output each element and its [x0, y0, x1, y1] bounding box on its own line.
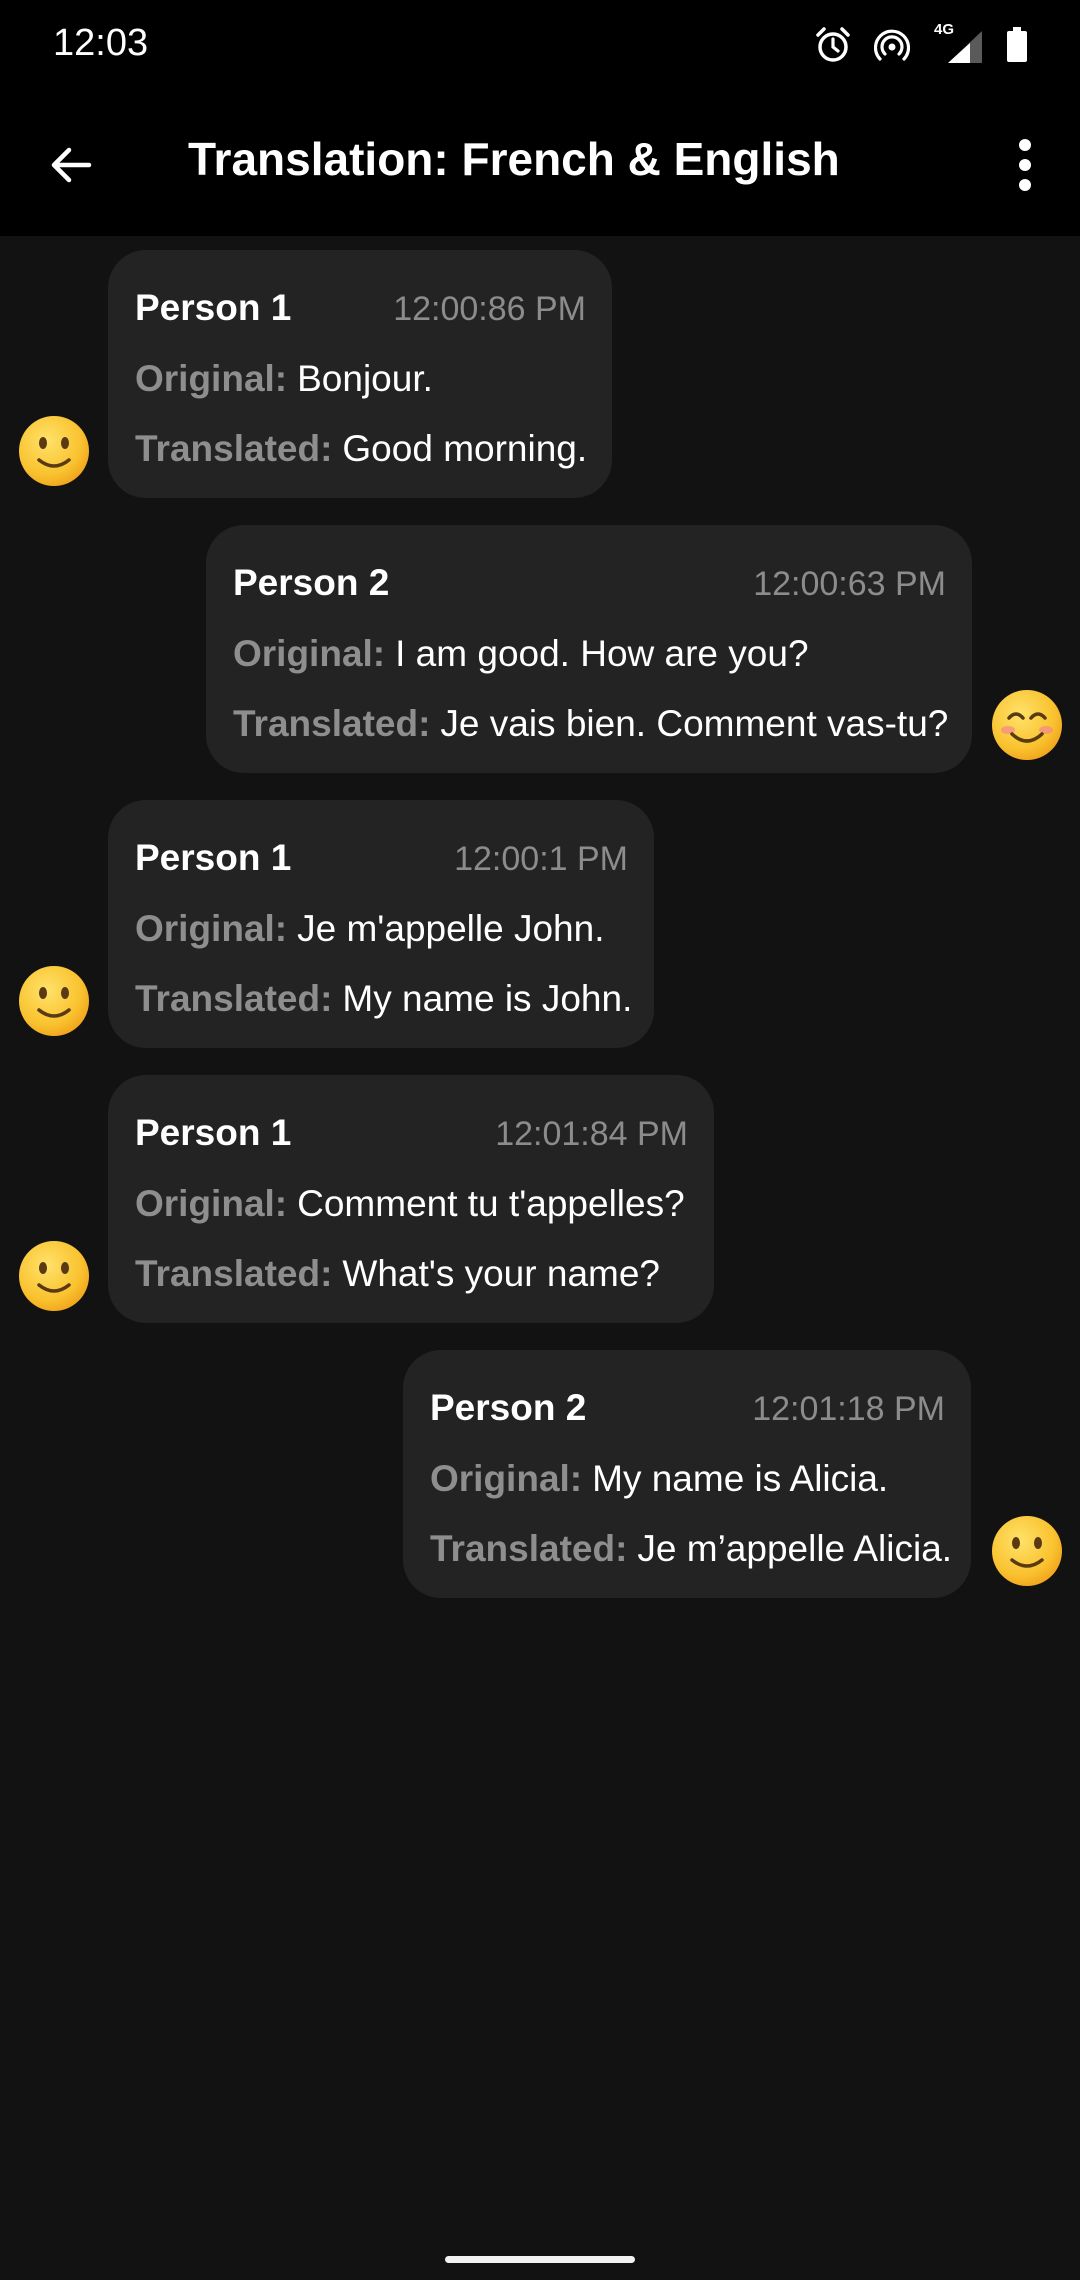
- original-text: Bonjour.: [297, 358, 433, 399]
- translated-text: Je m’appelle Alicia.: [637, 1528, 953, 1569]
- conversation-list[interactable]: Person 1 12:00:86 PM Original: Bonjour. T…: [0, 236, 1080, 2246]
- original-text: Comment tu t'appelles?: [297, 1183, 685, 1224]
- message-bubble[interactable]: Person 1 12:00:1 PM Original: Je m'appell…: [108, 800, 654, 1048]
- status-icons: 4G: [814, 21, 1028, 68]
- avatar: [990, 688, 1064, 762]
- translated-text-line: Translated: Je m’appelle Alicia.: [430, 1514, 952, 1584]
- message-bubble[interactable]: Person 1 12:00:86 PM Original: Bonjour. T…: [108, 250, 612, 498]
- translated-label: Translated:: [135, 1253, 333, 1294]
- original-text-line: Original: I am good. How are you?: [233, 619, 946, 689]
- slightly-smiling-face-icon: [992, 1516, 1062, 1586]
- message-timestamp: 12:00:1 PM: [454, 840, 628, 878]
- translated-text: Good morning.: [342, 428, 588, 469]
- original-label: Original:: [135, 1183, 288, 1224]
- status-time: 12:03: [53, 22, 149, 64]
- translated-text: My name is John.: [342, 978, 633, 1019]
- alarm-icon: [814, 26, 852, 64]
- original-label: Original:: [233, 633, 386, 674]
- original-text-line: Original: My name is Alicia.: [430, 1444, 945, 1514]
- home-indicator[interactable]: [445, 2256, 635, 2263]
- original-label: Original:: [135, 358, 288, 399]
- app-bar: Translation: French & English: [0, 90, 1080, 236]
- sender-name: Person 1: [135, 1112, 292, 1153]
- message-timestamp: 12:00:86 PM: [393, 290, 586, 328]
- back-button[interactable]: [36, 130, 106, 200]
- status-bar: 12:03 4G: [0, 0, 1080, 90]
- more-options-button[interactable]: [990, 130, 1060, 200]
- smiling-face-with-smiling-eyes-icon: [992, 690, 1062, 760]
- translated-label: Translated:: [135, 978, 333, 1019]
- message-bubble[interactable]: Person 2 12:01:18 PM Original: My name is…: [403, 1350, 971, 1598]
- slightly-smiling-face-icon: [19, 1241, 89, 1311]
- avatar: [990, 1514, 1064, 1588]
- translated-text: What's your name?: [342, 1253, 660, 1294]
- message-timestamp: 12:01:18 PM: [752, 1390, 945, 1428]
- translated-text-line: Translated: Je vais bien. Comment vas-tu?: [233, 689, 949, 759]
- original-text-line: Original: Bonjour.: [135, 344, 586, 414]
- message-timestamp: 12:00:63 PM: [753, 565, 946, 603]
- sender-name: Person 1: [135, 837, 292, 878]
- translated-label: Translated:: [430, 1528, 628, 1569]
- original-text-line: Original: Je m'appelle John.: [135, 894, 628, 964]
- message-bubble[interactable]: Person 1 12:01:84 PM Original: Comment tu…: [108, 1075, 714, 1323]
- avatar: [17, 414, 91, 488]
- arrow-left-icon: [51, 147, 92, 183]
- more-vertical-icon: [1019, 139, 1031, 191]
- page-title: Translation: French & English: [188, 133, 840, 185]
- translated-text-line: Translated: Good morning.: [135, 414, 588, 484]
- slightly-smiling-face-icon: [19, 966, 89, 1036]
- battery-icon: [1006, 27, 1028, 63]
- 4g-signal-icon: 4G: [932, 21, 984, 65]
- sender-name: Person 1: [135, 287, 292, 328]
- hotspot-icon: [874, 27, 910, 63]
- translated-text-line: Translated: What's your name?: [135, 1239, 688, 1309]
- original-text-line: Original: Comment tu t'appelles?: [135, 1169, 688, 1239]
- message-timestamp: 12:01:84 PM: [495, 1115, 688, 1153]
- original-text: My name is Alicia.: [592, 1458, 889, 1499]
- original-text: Je m'appelle John.: [297, 908, 605, 949]
- slightly-smiling-face-icon: [19, 416, 89, 486]
- avatar: [17, 1239, 91, 1313]
- sender-name: Person 2: [430, 1387, 587, 1428]
- original-label: Original:: [430, 1458, 583, 1499]
- translated-text: Je vais bien. Comment vas-tu?: [440, 703, 949, 744]
- original-label: Original:: [135, 908, 288, 949]
- avatar: [17, 964, 91, 1038]
- translated-label: Translated:: [233, 703, 431, 744]
- original-text: I am good. How are you?: [395, 633, 809, 674]
- translated-label: Translated:: [135, 428, 333, 469]
- sender-name: Person 2: [233, 562, 390, 603]
- message-bubble[interactable]: Person 2 12:00:63 PM Original: I am good.…: [206, 525, 972, 773]
- translated-text-line: Translated: My name is John.: [135, 964, 632, 1034]
